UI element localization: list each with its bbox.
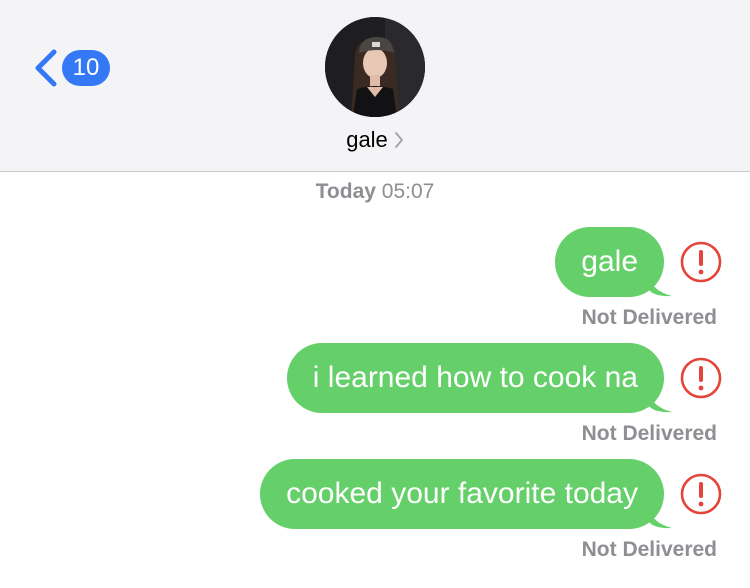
avatar-photo — [325, 17, 425, 117]
contact-name: gale — [346, 127, 388, 152]
outgoing-message-bubble[interactable]: cooked your favorite today — [260, 459, 672, 529]
message-row: gale — [555, 227, 722, 297]
timestamp-day: Today — [315, 180, 376, 203]
message-row: cooked your favorite today — [260, 459, 722, 529]
bubble-tail — [648, 507, 672, 529]
contact-avatar[interactable] — [325, 17, 425, 117]
timestamp-time: 05:07 — [381, 180, 435, 203]
bubble-tail — [648, 275, 672, 297]
exclamation-circle-icon[interactable] — [680, 241, 722, 283]
delivery-status: Not Delivered — [581, 538, 717, 561]
message-text: gale — [581, 245, 638, 278]
conversation-header: 10 gale — [0, 0, 750, 172]
outgoing-message-bubble[interactable]: i learned how to cook na — [286, 343, 672, 413]
unread-count-badge: 10 — [62, 50, 110, 86]
contact-name-button[interactable]: gale — [0, 124, 750, 156]
chevron-right-icon — [394, 132, 403, 148]
bubble-tail — [648, 391, 672, 413]
delivery-status: Not Delivered — [581, 306, 717, 329]
exclamation-circle-icon[interactable] — [680, 473, 722, 515]
exclamation-circle-icon[interactable] — [680, 357, 722, 399]
message-row: i learned how to cook na — [286, 343, 722, 413]
conversation-timestamp: Today 05:07 — [0, 180, 750, 204]
delivery-status: Not Delivered — [581, 422, 717, 445]
chevron-left-icon — [35, 49, 57, 87]
outgoing-message-bubble[interactable]: gale — [555, 227, 672, 297]
message-text: cooked your favorite today — [286, 477, 638, 510]
messages-screen: 10 gale Today 05:07 gale Not Delivered i… — [0, 0, 750, 588]
message-text: i learned how to cook na — [312, 361, 638, 394]
back-button[interactable]: 10 — [30, 46, 110, 90]
